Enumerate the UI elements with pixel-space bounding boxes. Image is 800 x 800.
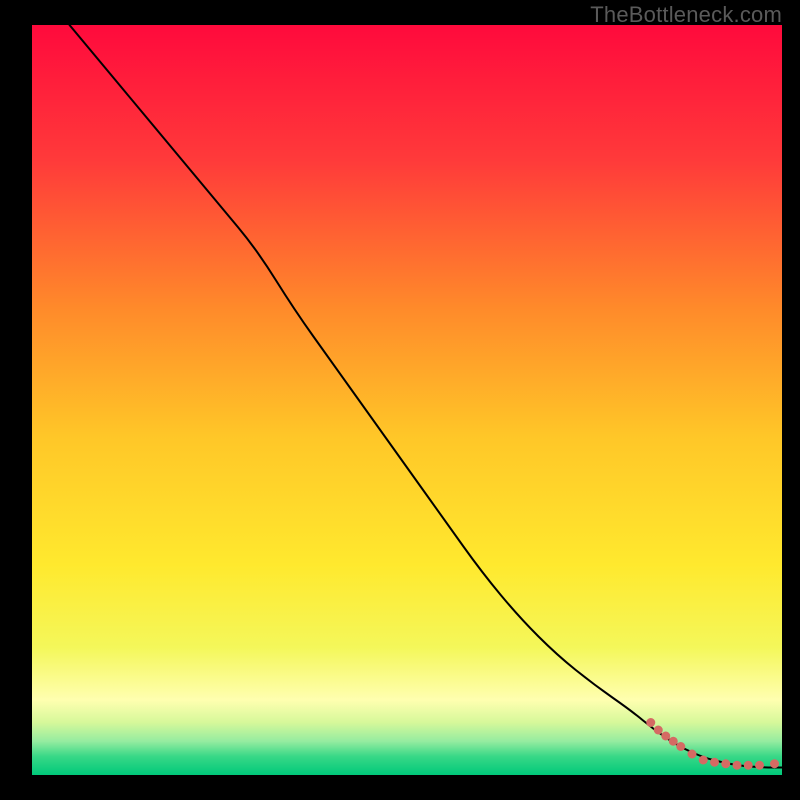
tail-marker [669,737,678,746]
tail-marker [721,759,730,768]
tail-marker [688,750,697,759]
curve-layer [32,25,782,775]
chart-stage: TheBottleneck.com [0,0,800,800]
tail-marker [733,761,742,770]
marker-group [646,718,779,770]
main-curve [70,25,783,768]
tail-marker [710,758,719,767]
tail-marker [755,761,764,770]
tail-marker [770,759,779,768]
plot-area [32,25,782,775]
tail-marker [699,756,708,765]
tail-marker [646,718,655,727]
tail-marker [661,732,670,741]
tail-marker [654,726,663,735]
tail-marker [744,761,753,770]
tail-marker [676,742,685,751]
